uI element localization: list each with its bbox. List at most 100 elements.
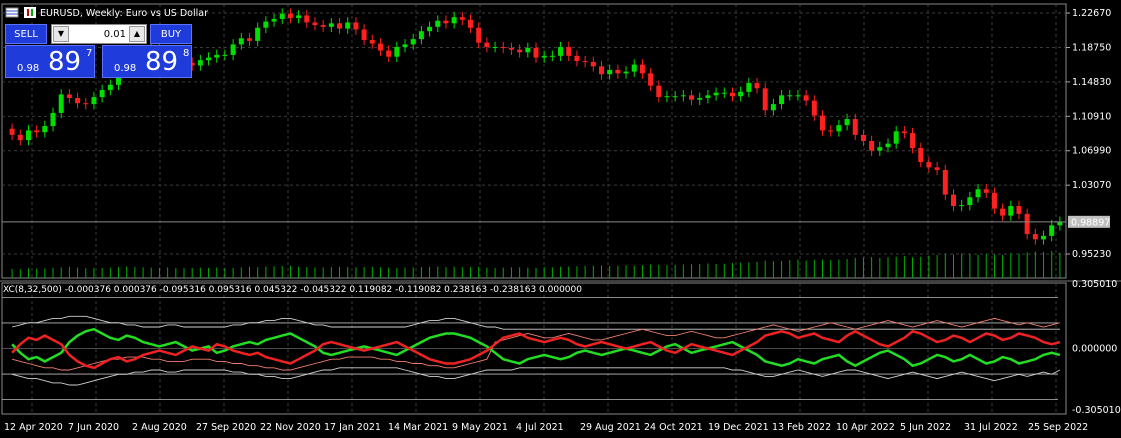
- candle-body: [459, 17, 465, 20]
- candle-body: [508, 47, 514, 50]
- candle-body: [541, 55, 547, 58]
- lot-decrease-button[interactable]: ▼: [53, 26, 69, 42]
- candle-body: [394, 47, 400, 57]
- candle-body: [664, 96, 670, 98]
- candle-body: [738, 91, 744, 97]
- candle-body: [206, 57, 212, 61]
- candle-body: [369, 40, 375, 44]
- price-tick-label: 1.18750: [1072, 42, 1111, 53]
- oscillator-axis: 0.305010 0.000000 -0.305010: [1072, 279, 1121, 416]
- candle-body: [729, 92, 735, 97]
- price-tick-label: 1.14830: [1072, 77, 1111, 88]
- candle-body: [492, 47, 498, 49]
- candle-body: [107, 84, 113, 91]
- candle-body: [238, 38, 244, 45]
- candle-body: [1024, 213, 1030, 235]
- chart-title: EURUSD, Weekly: Euro vs US Dollar: [40, 8, 208, 19]
- candle-body: [353, 22, 359, 30]
- candle-body: [1049, 225, 1055, 236]
- candle-body: [574, 55, 580, 62]
- osc-series-line: [11, 327, 1061, 368]
- symbol-grid-icon: [5, 7, 19, 18]
- candle-body: [271, 18, 277, 22]
- time-tick-label: 7 Jun 2020: [68, 422, 119, 433]
- candle-body: [820, 115, 826, 131]
- candle-body: [1057, 221, 1063, 226]
- lot-increase-button[interactable]: ▲: [129, 26, 145, 42]
- candle-body: [950, 194, 956, 206]
- sell-quote-big: 89: [48, 47, 82, 77]
- sell-quote-sup: 7: [86, 48, 93, 59]
- time-tick-label: 29 Aug 2021: [580, 422, 641, 433]
- osc-tick-label: -0.305010: [1072, 405, 1121, 416]
- lot-size-input[interactable]: [70, 26, 128, 42]
- candle-body: [615, 69, 621, 74]
- buy-button[interactable]: BUY: [150, 24, 192, 44]
- candle-body: [361, 29, 367, 41]
- current-price-value: 0.98897: [1071, 217, 1110, 228]
- price-tick-label: 1.10910: [1072, 111, 1111, 122]
- candle-body: [918, 148, 924, 163]
- candle-body: [443, 20, 449, 24]
- candle-body: [296, 15, 302, 19]
- buy-quote-prefix: 0.98: [114, 63, 137, 74]
- price-tick-label: 0.95230: [1072, 249, 1111, 260]
- lot-size-stepper[interactable]: ▼ ▲: [51, 24, 147, 44]
- candle-body: [402, 44, 408, 48]
- time-tick-label: 13 Feb 2022: [772, 422, 831, 433]
- candle-body: [648, 73, 654, 86]
- candle-body: [770, 104, 776, 111]
- time-tick-label: 4 Jul 2021: [516, 422, 564, 433]
- time-tick-label: 5 Jun 2022: [900, 422, 951, 433]
- candle-body: [1008, 205, 1014, 216]
- candle-body: [230, 44, 236, 55]
- candle-body: [803, 95, 809, 101]
- candle-body: [197, 60, 203, 66]
- oscillator-lines: [11, 315, 1061, 386]
- sell-quote[interactable]: 0.98 89 7: [5, 45, 95, 78]
- candle-body: [17, 134, 23, 141]
- candle-body: [582, 61, 588, 63]
- candle-body: [705, 95, 711, 98]
- candle-body: [779, 95, 785, 105]
- candle-body: [517, 49, 523, 53]
- candle-body: [304, 15, 310, 23]
- candle-body: [345, 22, 351, 29]
- candle-body: [885, 143, 891, 148]
- candle-body: [558, 47, 564, 56]
- candle-body: [926, 162, 932, 168]
- time-tick-label: 2 Aug 2020: [132, 422, 187, 433]
- candle-body: [680, 95, 686, 97]
- candle-body: [762, 88, 768, 111]
- volume-bars: [11, 251, 1061, 278]
- candle-body: [869, 141, 875, 151]
- candle-body: [697, 97, 703, 100]
- sell-button[interactable]: SELL: [5, 24, 47, 44]
- candle-body: [386, 50, 392, 57]
- candle-body: [484, 42, 490, 48]
- candle-body: [255, 27, 261, 41]
- chart-header: EURUSD, Weekly: Euro vs US Dollar: [5, 7, 208, 19]
- candle-body: [844, 119, 850, 126]
- candle-body: [991, 192, 997, 209]
- time-tick-label: 10 Apr 2022: [836, 422, 895, 433]
- candle-body: [623, 71, 629, 74]
- candle-body: [476, 27, 482, 43]
- candle-body: [500, 47, 506, 49]
- buy-quote[interactable]: 0.98 89 8: [102, 45, 192, 78]
- candle-body: [893, 131, 899, 144]
- osc-tick-label: 0.305010: [1072, 279, 1117, 290]
- candle-body: [34, 130, 40, 133]
- osc-series-line: [11, 329, 1061, 370]
- candle-body: [754, 83, 760, 89]
- candle-body: [337, 23, 343, 29]
- candle-body: [42, 126, 48, 133]
- trade-icon[interactable]: [24, 7, 36, 18]
- candle-body: [279, 13, 285, 19]
- candle-body: [672, 96, 678, 98]
- candle-body: [860, 134, 866, 141]
- candle-body: [656, 85, 662, 98]
- candle-body: [1016, 205, 1022, 214]
- oscillator-levels: [2, 296, 1058, 401]
- time-tick-label: 14 Mar 2021: [388, 422, 448, 433]
